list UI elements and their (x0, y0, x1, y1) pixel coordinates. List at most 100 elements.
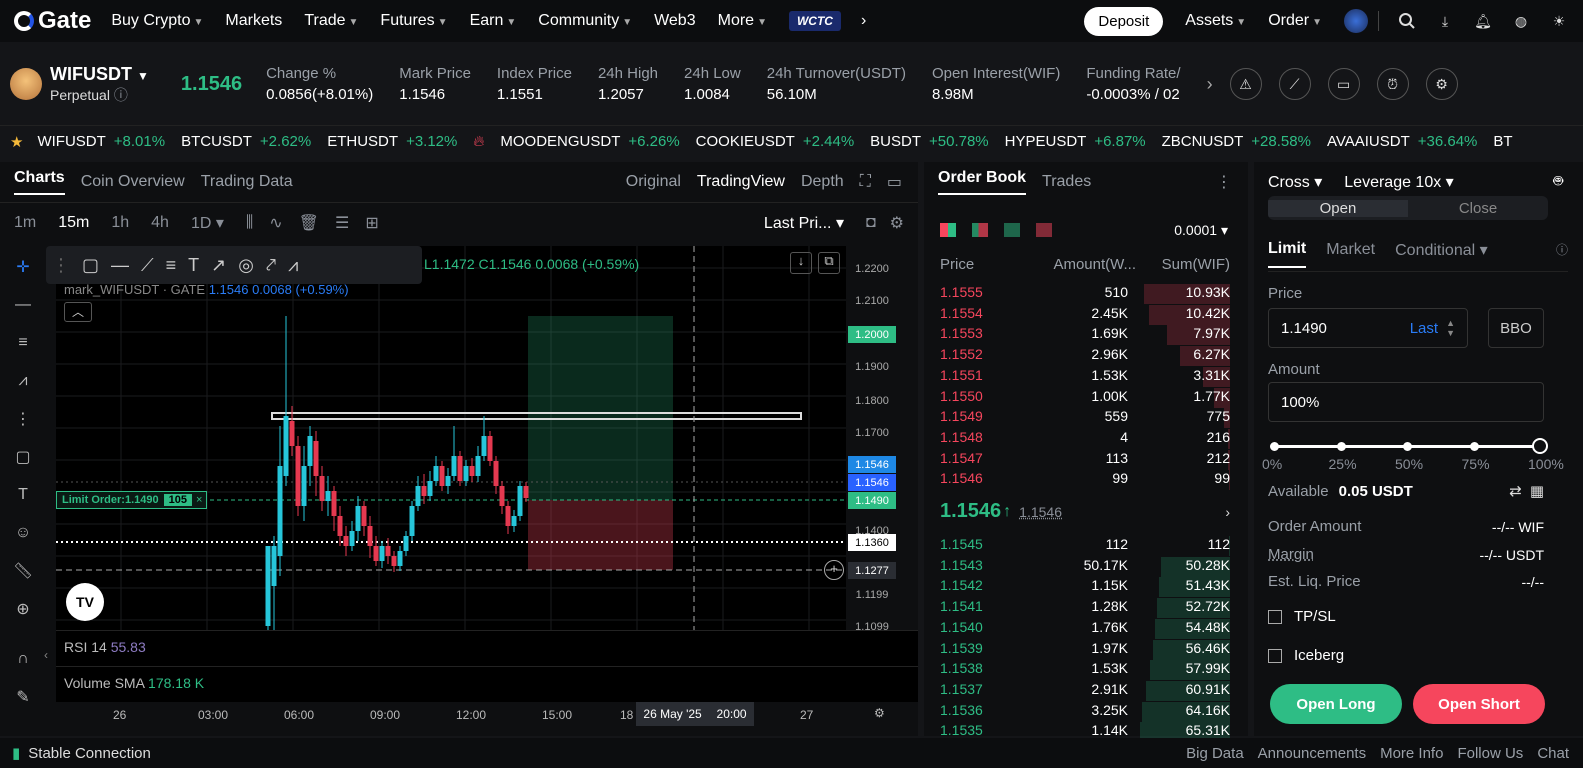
nav-markets[interactable]: Markets (225, 12, 282, 30)
tab-market[interactable]: Market (1326, 241, 1375, 267)
channel-tool-icon[interactable]: ≡ (166, 255, 177, 276)
view-depth[interactable]: Depth (801, 173, 844, 191)
margin-mode-select[interactable]: Cross ▾ (1268, 172, 1322, 192)
compass-icon[interactable]: ⟋ (1278, 68, 1311, 100)
book-row-ask[interactable]: 1.1548 4 216 (940, 428, 1240, 449)
tab-limit[interactable]: Limit (1268, 240, 1307, 268)
drag-handle-icon[interactable]: ⋮ (52, 255, 70, 276)
star-icon[interactable]: ★ (10, 133, 23, 151)
nav-more[interactable]: More ▼ (718, 12, 767, 30)
price-type-select[interactable]: Last Pri... ▾ (764, 213, 844, 233)
mid-price-row[interactable]: 1.1546 ↑ 1.1546 › (940, 500, 1240, 523)
marquee-item[interactable]: ZBCNUSDT +28.58% (1162, 133, 1311, 150)
slider-dot[interactable] (1270, 442, 1279, 451)
book-row-ask[interactable]: 1.1547 113 212 (940, 449, 1240, 470)
slider-dot[interactable] (1336, 442, 1346, 451)
axis-settings-icon[interactable]: ⚙ (874, 706, 885, 720)
book-row-ask[interactable]: 1.1550 1.00K 1.77K (940, 387, 1240, 408)
window-icon[interactable]: ▭ (887, 172, 902, 192)
time-axis[interactable]: 26 03:00 06:00 09:00 12:00 15:00 18 27 26 May '2… (56, 702, 918, 728)
amount-input[interactable]: 100% (1268, 382, 1544, 422)
price-chart[interactable]: ⋮ ▢ — ⟋ ≡ T ↗ ◎ ⤤ ⩘ L1.1472 C1.1546 0.00… (46, 246, 846, 630)
pattern-tool-icon[interactable]: ⩘ (10, 368, 36, 394)
info-icon[interactable]: ⓘ (1556, 241, 1568, 266)
path-tool-icon[interactable]: ⤤ (266, 255, 276, 276)
rect-tool-icon[interactable]: ▢ (82, 255, 99, 276)
leverage-select[interactable]: Leverage 10x ▾ (1344, 172, 1453, 192)
fib-tool-icon[interactable]: ≡ (10, 330, 36, 356)
list-icon[interactable]: ☰ (335, 213, 349, 233)
marquee-item[interactable]: MOODENGUSDT +6.26% (500, 133, 679, 150)
tab-charts[interactable]: Charts (14, 169, 65, 195)
projection-tool-icon[interactable]: ⋮ (10, 406, 36, 432)
fullscreen-icon[interactable]: ⛶ (860, 173, 871, 191)
book-row-ask[interactable]: 1.1551 1.53K 3.31K (940, 366, 1240, 387)
book-row-ask[interactable]: 1.1552 2.96K 6.27K (940, 346, 1240, 367)
download-icon[interactable]: ⤓ (1435, 11, 1455, 31)
view-tradingview[interactable]: TradingView (697, 173, 785, 191)
open-short-button[interactable]: Open Short (1413, 684, 1545, 724)
marquee-item[interactable]: AVAAIUSDT +36.64% (1327, 133, 1477, 150)
book-row-bid[interactable]: 1.1537 2.91K 60.91K (940, 680, 1240, 701)
marquee-item[interactable]: WIFUSDT +8.01% (37, 133, 165, 150)
hline-tool-icon[interactable]: — (111, 255, 129, 276)
footer-more-info[interactable]: More Info (1380, 745, 1443, 762)
bell-icon[interactable]: 🔔︎ (1473, 11, 1493, 31)
view-original[interactable]: Original (626, 173, 681, 191)
chevron-right-icon[interactable]: › (861, 12, 866, 30)
line-tool-icon[interactable]: — (10, 292, 36, 318)
search-icon[interactable] (1397, 11, 1417, 31)
transfer-icon[interactable]: ⇄ (1509, 482, 1522, 500)
footer-chat[interactable]: Chat (1537, 745, 1569, 762)
slider-dot[interactable] (1403, 442, 1412, 451)
collapse-toolbar-icon[interactable]: ‹ (44, 648, 48, 662)
interval-1m[interactable]: 1m (14, 214, 36, 232)
nav-order[interactable]: Order ▼ (1268, 12, 1322, 30)
marquee-item[interactable]: BT (1493, 133, 1520, 150)
book-icon[interactable]: ▭ (1327, 68, 1360, 100)
tab-trading-data[interactable]: Trading Data (201, 173, 293, 191)
pair-selector[interactable]: WIFUSDT ▼ Perpetual ⓘ (50, 64, 149, 105)
footer-announcements[interactable]: Announcements (1258, 745, 1366, 762)
more-icon[interactable]: ⋮ (1216, 172, 1232, 192)
screenshot-icon[interactable]: ⧉ (818, 252, 840, 274)
book-row-bid[interactable]: 1.1545 112 112 (940, 536, 1240, 556)
theme-sun-icon[interactable]: ☀ (1549, 11, 1569, 31)
camera-icon[interactable]: ◘ (866, 214, 876, 232)
tpsl-checkbox[interactable]: TP/SL (1268, 608, 1336, 625)
tab-trades[interactable]: Trades (1042, 173, 1091, 191)
nav-community[interactable]: Community ▼ (538, 12, 632, 30)
marquee-item[interactable]: COOKIEUSDT +2.44% (696, 133, 854, 150)
view-both-icon[interactable] (940, 223, 956, 237)
interval-1d[interactable]: 1D ▾ (191, 213, 224, 233)
view-asks-icon[interactable] (1036, 223, 1052, 237)
view-bids-icon[interactable] (1004, 223, 1020, 237)
slider-dot[interactable] (1469, 442, 1479, 451)
book-row-bid[interactable]: 1.1542 1.15K 51.43K (940, 577, 1240, 598)
tab-coin-overview[interactable]: Coin Overview (81, 173, 185, 191)
shape-tool-icon[interactable]: ▢ (10, 444, 36, 470)
add-alert-icon[interactable]: + (824, 560, 844, 580)
book-row-ask[interactable]: 1.1546 99 99 (940, 470, 1240, 491)
interval-15m[interactable]: 15m (58, 214, 89, 232)
wctc-badge[interactable]: WCTC (788, 11, 841, 31)
view-split-icon[interactable] (972, 223, 988, 237)
marquee-item[interactable]: BTCUSDT +2.62% (181, 133, 311, 150)
nav-futures[interactable]: Futures ▼ (380, 12, 447, 30)
book-row-ask[interactable]: 1.1549 559 775 (940, 408, 1240, 429)
tab-order-book[interactable]: Order Book (938, 169, 1027, 195)
trash-icon[interactable]: 🗑︎ (299, 213, 319, 233)
tab-conditional[interactable]: Conditional ▾ (1395, 240, 1488, 268)
open-long-button[interactable]: Open Long (1270, 684, 1402, 724)
tick-size-select[interactable]: 0.0001 ▾ (1174, 222, 1228, 239)
footer-follow-us[interactable]: Follow Us (1457, 745, 1523, 762)
zoom-icon[interactable]: ⊕ (10, 596, 36, 622)
marquee-item[interactable]: BUSDT +50.78% (870, 133, 988, 150)
book-row-bid[interactable]: 1.1543 50.17K 50.28K (940, 556, 1240, 577)
close-tab[interactable]: Close (1408, 200, 1548, 217)
footer-big-data[interactable]: Big Data (1186, 745, 1244, 762)
marquee-item[interactable]: HYPEUSDT +6.87% (1005, 133, 1146, 150)
arrow-tool-icon[interactable]: ↗ (211, 255, 226, 276)
marquee-item[interactable]: ETHUSDT +3.12% (327, 133, 457, 150)
book-row-bid[interactable]: 1.1541 1.28K 52.72K (940, 598, 1240, 619)
